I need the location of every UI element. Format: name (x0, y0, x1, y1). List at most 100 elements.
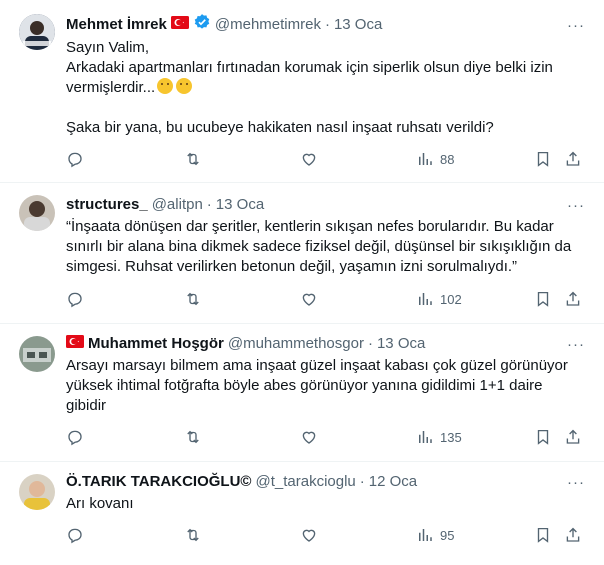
like-button[interactable] (300, 290, 318, 308)
share-icon (566, 527, 580, 542)
display-name[interactable]: Muhammet Hoşgör (88, 335, 224, 352)
views-count: 135 (440, 429, 462, 445)
tweet-text: “İnşaata dönüşen dar şeritler, kentlerin… (66, 218, 572, 275)
reply-button[interactable] (66, 150, 84, 168)
tweet-header: Muhammet Hoşgör @muhammethosgor · 13 Oca (66, 333, 425, 353)
avatar[interactable] (19, 474, 55, 510)
reply-button[interactable] (66, 428, 84, 446)
turkey-flag-icon (170, 15, 189, 33)
username[interactable]: @t_tarakcioglu (255, 473, 355, 490)
retweet-icon (187, 430, 199, 444)
tweet-actions: 102 (66, 290, 586, 310)
avatar[interactable] (19, 336, 55, 372)
retweet-icon (187, 292, 199, 306)
heart-icon (302, 293, 316, 306)
bookmark-button[interactable] (534, 150, 552, 168)
separator-dot: · (324, 15, 330, 33)
tweet[interactable]: structures_ @alitpn · 13 Oca ··· “İnşaat… (0, 183, 604, 324)
tweet-header: structures_ @alitpn · 13 Oca (66, 194, 264, 214)
tweet-actions: 135 (66, 428, 586, 448)
more-options-icon[interactable]: ··· (566, 472, 586, 492)
tweet-text-part: Sayın Valim, Arkadaki apartmanları fırtı… (66, 39, 553, 96)
share-button[interactable] (564, 290, 582, 308)
retweet-icon (187, 528, 199, 542)
bookmark-button[interactable] (534, 290, 552, 308)
reply-button[interactable] (66, 290, 84, 308)
verified-badge-icon (193, 13, 211, 35)
timestamp[interactable]: 13 Oca (334, 16, 382, 33)
views-count: 95 (440, 527, 455, 543)
retweet-icon (187, 152, 199, 166)
thinking-emoji-icon (157, 78, 174, 94)
share-button[interactable] (564, 428, 582, 446)
more-options-icon[interactable]: ··· (566, 195, 586, 215)
avatar[interactable] (19, 195, 55, 231)
tweet[interactable]: Mehmet İmrek @mehmetimrek · 13 Oca ··· S… (0, 0, 604, 183)
tweet-header: Ö.TARIK TARAKCIOĞLU© @t_tarakcioglu · 12… (66, 471, 417, 491)
tweet-text: Arı kovanı (66, 495, 134, 512)
more-options-icon[interactable]: ··· (566, 334, 586, 354)
heart-icon (302, 431, 316, 444)
views-count: 88 (440, 151, 455, 167)
share-icon (566, 151, 580, 166)
share-button[interactable] (564, 150, 582, 168)
turkey-flag-icon (66, 334, 84, 352)
bookmark-icon (537, 429, 549, 445)
tweet-text-second: Şaka bir yana, bu ucubeye hakikaten nası… (66, 119, 494, 136)
reply-icon (68, 292, 82, 308)
tweet-actions: 95 (66, 526, 586, 546)
avatar-image (19, 336, 55, 372)
bookmark-icon (537, 151, 549, 167)
like-button[interactable] (300, 526, 318, 544)
retweet-button[interactable] (184, 526, 202, 544)
smile-emoji-icon (176, 78, 193, 94)
views-chart-icon (419, 153, 432, 165)
views-button[interactable]: 88 (416, 150, 454, 168)
views-chart-icon (419, 529, 432, 541)
reply-icon (68, 528, 82, 544)
more-options-icon[interactable]: ··· (566, 15, 586, 35)
views-chart-icon (419, 293, 432, 305)
avatar-image (19, 195, 55, 231)
username[interactable]: @alitpn (152, 196, 203, 213)
share-icon (566, 291, 580, 306)
views-count: 102 (440, 291, 462, 307)
avatar-image (19, 14, 55, 50)
bookmark-icon (537, 291, 549, 307)
share-icon (566, 429, 580, 444)
tweet-text: Sayın Valim, Arkadaki apartmanları fırtı… (66, 38, 586, 98)
avatar-image (19, 474, 55, 510)
views-chart-icon (419, 431, 432, 443)
views-button[interactable]: 95 (416, 526, 454, 544)
like-button[interactable] (300, 150, 318, 168)
heart-icon (302, 529, 316, 542)
display-name[interactable]: Mehmet İmrek (66, 16, 167, 33)
tweet-text: Arsayı marsayı bilmem ama inşaat güzel i… (66, 357, 568, 414)
views-button[interactable]: 135 (416, 428, 462, 446)
username[interactable]: @muhammethosgor (228, 335, 364, 352)
retweet-button[interactable] (184, 290, 202, 308)
tweet[interactable]: Muhammet Hoşgör @muhammethosgor · 13 Oca… (0, 324, 604, 462)
display-name[interactable]: structures_ (66, 196, 148, 213)
tweet[interactable]: Ö.TARIK TARAKCIOĞLU© @t_tarakcioglu · 12… (0, 462, 604, 565)
retweet-button[interactable] (184, 150, 202, 168)
reply-icon (68, 152, 82, 168)
reply-button[interactable] (66, 526, 84, 544)
separator-dot: · (359, 472, 365, 490)
timestamp[interactable]: 12 Oca (369, 473, 417, 490)
avatar[interactable] (19, 14, 55, 50)
username[interactable]: @mehmetimrek (215, 16, 321, 33)
views-button[interactable]: 102 (416, 290, 462, 308)
bookmark-button[interactable] (534, 428, 552, 446)
bookmark-button[interactable] (534, 526, 552, 544)
heart-icon (302, 153, 316, 166)
like-button[interactable] (300, 428, 318, 446)
bookmark-icon (537, 527, 549, 543)
retweet-button[interactable] (184, 428, 202, 446)
timestamp[interactable]: 13 Oca (216, 196, 264, 213)
share-button[interactable] (564, 526, 582, 544)
display-name[interactable]: Ö.TARIK TARAKCIOĞLU© (66, 473, 251, 490)
timestamp[interactable]: 13 Oca (377, 335, 425, 352)
reply-icon (68, 430, 82, 446)
separator-dot: · (367, 334, 373, 352)
